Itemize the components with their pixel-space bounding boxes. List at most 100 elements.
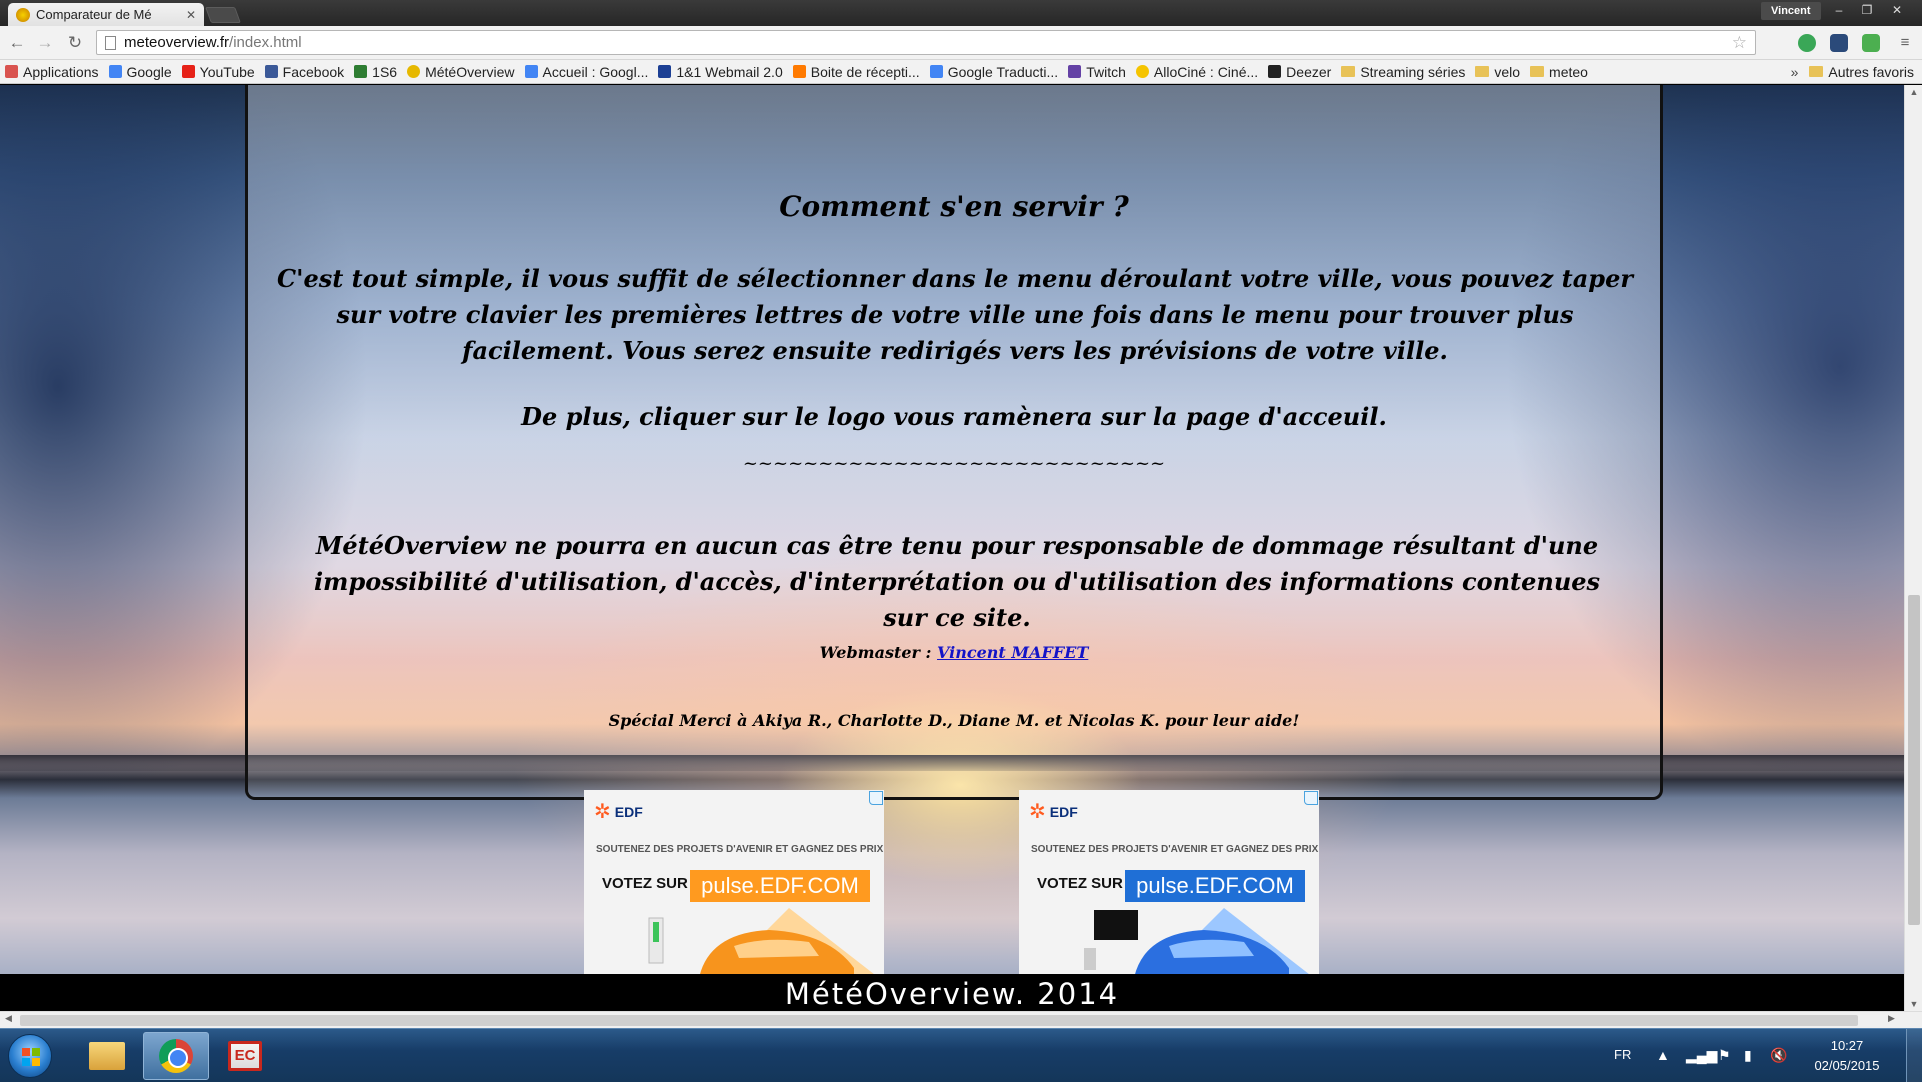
bookmark-folder-velo[interactable]: velo [1470, 64, 1525, 80]
edf-ad-left[interactable]: ✲ EDF SOUTENEZ DES PROJETS D'AVENIR ET G… [584, 790, 884, 976]
folder-icon [89, 1042, 125, 1070]
profile-button[interactable]: Vincent [1761, 2, 1821, 20]
bookmark-folder-streaming[interactable]: Streaming séries [1336, 64, 1470, 80]
bookmark-1s6[interactable]: 1S6 [349, 64, 402, 80]
restore-icon[interactable]: ❐ [1854, 1, 1880, 19]
leaf-icon [354, 65, 368, 78]
adchoices-icon[interactable] [869, 791, 883, 805]
folder-icon [1809, 66, 1824, 77]
reload-icon[interactable]: ↻ [64, 33, 86, 53]
language-indicator[interactable]: FR [1614, 1047, 1631, 1062]
action-center-flag-icon[interactable]: ⚑ [1718, 1047, 1731, 1064]
close-tab-icon[interactable]: ✕ [186, 8, 196, 22]
network-signal-icon[interactable]: ▂▄▆ [1686, 1047, 1717, 1064]
horizontal-scrollbar[interactable]: ◀ ▶ [0, 1011, 1922, 1028]
address-path: /index.html [229, 34, 302, 51]
folder-icon [1341, 66, 1356, 77]
close-window-icon[interactable]: ✕ [1884, 1, 1910, 19]
tray-expand-icon[interactable]: ▲ [1656, 1047, 1670, 1063]
scroll-right-arrow-icon[interactable]: ▶ [1888, 1013, 1895, 1024]
menu-icon[interactable]: ≡ [1894, 33, 1916, 53]
disclaimer-paragraph: MétéOverview ne pourra en aucun cas être… [313, 531, 1601, 632]
thanks-line: Spécial Merci à Akiya R., Charlotte D., … [608, 711, 1300, 730]
ad-car-illustration [648, 908, 877, 976]
sun-icon [407, 65, 421, 78]
scroll-up-arrow-icon[interactable]: ▲ [1905, 87, 1922, 97]
youtube-icon [181, 65, 195, 78]
logo-hint-paragraph: De plus, cliquer sur le logo vous ramène… [521, 402, 1387, 431]
browser-tab[interactable]: Comparateur de Mé ✕ [8, 3, 204, 26]
new-tab-button[interactable] [205, 7, 241, 23]
edf-star-icon: ✲ [1029, 801, 1046, 823]
edf-logo: ✲ EDF [1029, 801, 1078, 823]
ad-cta: VOTEZ SUR [1037, 875, 1123, 892]
address-bar[interactable]: meteoverview.fr/index.html ☆ [96, 30, 1756, 55]
extension-chart-icon[interactable] [1862, 34, 1880, 52]
folder-icon [1475, 66, 1490, 77]
extension-gamepad-icon[interactable] [1830, 34, 1848, 52]
volume-muted-icon[interactable]: 🔇 [1770, 1047, 1787, 1064]
adchoices-icon[interactable] [1304, 791, 1318, 805]
ad-site-badge[interactable]: pulse.EDF.COM [1125, 870, 1305, 902]
address-host: meteoverview.fr [124, 34, 230, 51]
bookmark-twitch[interactable]: Twitch [1063, 64, 1131, 80]
deezer-icon [1268, 65, 1282, 78]
clock-date: 02/05/2015 [1814, 1058, 1880, 1073]
bookmarks-bar: Applications Google YouTube Facebook 1S6… [0, 60, 1922, 84]
tab-title: Comparateur de Mé [36, 7, 152, 22]
page-viewport: Comment s'en servir ? C'est tout simple,… [0, 85, 1904, 1011]
taskbar-chrome[interactable] [143, 1032, 209, 1080]
back-arrow-icon[interactable]: ← [6, 33, 28, 53]
edf-star-icon: ✲ [594, 801, 611, 823]
bookmark-google-accueil[interactable]: Accueil : Googl... [520, 64, 654, 80]
bookmark-google[interactable]: Google [104, 64, 177, 80]
bookmark-allocine[interactable]: AlloCiné : Ciné... [1131, 64, 1263, 80]
taskbar-explorer[interactable] [74, 1032, 140, 1080]
webmaster-line: Webmaster : Vincent MAFFET [248, 643, 1660, 662]
battery-icon[interactable]: ▮ [1744, 1047, 1752, 1064]
title-bar: Comparateur de Mé ✕ Vincent – ❐ ✕ [0, 0, 1922, 26]
facebook-icon [264, 65, 278, 78]
bookmark-google-translate[interactable]: Google Traducti... [925, 64, 1064, 80]
bookmark-star-icon[interactable]: ☆ [1732, 33, 1747, 53]
section-heading: Comment s'en servir ? [779, 190, 1129, 223]
bookmark-applications[interactable]: Applications [0, 64, 104, 80]
other-bookmarks[interactable]: Autres favoris [1804, 64, 1922, 80]
system-clock[interactable]: 10:27 02/05/2015 [1802, 1036, 1892, 1076]
webmail-icon [658, 65, 672, 78]
bookmarks-overflow-button[interactable]: » [1785, 64, 1805, 80]
browser-toolbar: ← → ↻ meteoverview.fr/index.html ☆ ≡ [0, 26, 1922, 60]
taskbar-app-red[interactable]: EC [212, 1032, 278, 1080]
separator: ~~~~~~~~~~~~~~~~~~~~~~~~~~~~ [742, 453, 1166, 474]
bookmark-meteoverview[interactable]: MétéOverview [402, 64, 519, 80]
show-desktop-button[interactable] [1906, 1029, 1922, 1082]
ad-tagline: SOUTENEZ DES PROJETS D'AVENIR ET GAGNEZ … [1031, 844, 1319, 855]
edf-ad-right[interactable]: ✲ EDF SOUTENEZ DES PROJETS D'AVENIR ET G… [1019, 790, 1319, 976]
edf-logo: ✲ EDF [594, 801, 643, 823]
bookmark-youtube[interactable]: YouTube [177, 64, 260, 80]
bookmark-inbox[interactable]: Boite de récepti... [788, 64, 925, 80]
start-button[interactable] [8, 1034, 52, 1078]
ad-tagline: SOUTENEZ DES PROJETS D'AVENIR ET GAGNEZ … [596, 844, 884, 855]
scroll-down-arrow-icon[interactable]: ▼ [1905, 999, 1922, 1009]
google-icon [108, 65, 122, 78]
webmaster-link[interactable]: Vincent MAFFET [937, 643, 1088, 662]
horizontal-scroll-thumb[interactable] [20, 1015, 1858, 1026]
minimize-icon[interactable]: – [1826, 1, 1852, 19]
scroll-left-arrow-icon[interactable]: ◀ [5, 1013, 12, 1024]
bookmark-folder-meteo[interactable]: meteo [1525, 64, 1593, 80]
extension-green-icon[interactable] [1798, 34, 1816, 52]
vertical-scrollbar[interactable]: ▲ ▼ [1904, 85, 1922, 1011]
vertical-scroll-thumb[interactable] [1908, 595, 1920, 925]
site-footer: MétéOverview. 2014 [0, 974, 1904, 1011]
ad-cta: VOTEZ SUR [602, 875, 688, 892]
bookmark-deezer[interactable]: Deezer [1263, 64, 1336, 80]
bookmark-facebook[interactable]: Facebook [260, 64, 349, 80]
windows-logo-icon [22, 1048, 40, 1066]
windows-taskbar: EC FR ▲ ▂▄▆ ⚑ ▮ 🔇 10:27 02/05/2015 [0, 1028, 1922, 1082]
clock-time: 10:27 [1830, 1038, 1864, 1053]
ad-site-badge[interactable]: pulse.EDF.COM [690, 870, 870, 902]
bookmark-webmail[interactable]: 1&1 Webmail 2.0 [653, 64, 787, 80]
forward-arrow-icon[interactable]: → [34, 33, 56, 53]
app-red-icon: EC [228, 1041, 262, 1071]
